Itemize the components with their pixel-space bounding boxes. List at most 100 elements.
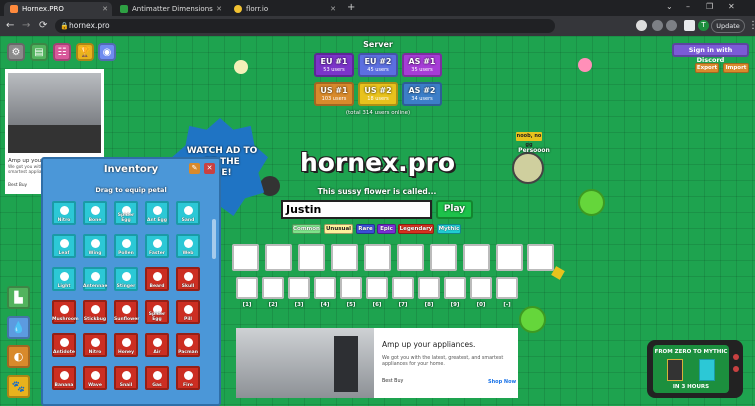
petal-card[interactable]: Pacman — [176, 333, 200, 357]
close-tab-icon[interactable]: ✕ — [102, 2, 108, 16]
petal-card[interactable]: Pill — [176, 300, 200, 324]
secondary-slot[interactable] — [236, 277, 258, 299]
secondary-slot[interactable] — [444, 277, 466, 299]
rarity-unusual[interactable]: Unusual — [324, 224, 353, 234]
server-as1[interactable]: AS #1 35 users — [402, 53, 442, 77]
petal-card[interactable]: Air — [145, 333, 169, 357]
secondary-slot[interactable] — [314, 277, 336, 299]
google-icon[interactable] — [636, 20, 647, 31]
inventory-water-icon[interactable]: 💧 — [7, 316, 30, 339]
close-window-button[interactable]: ✕ — [728, 2, 735, 11]
new-tab-button[interactable]: + — [347, 2, 355, 14]
advertisement-bottom[interactable]: Amp up your appliances. We got you with … — [236, 328, 518, 398]
petal-card[interactable]: Banana — [52, 366, 76, 390]
promo-tv[interactable]: FROM ZERO TO MYTHIC IN 3 HOURS — [647, 340, 743, 398]
rarity-legendary[interactable]: Legendary — [398, 224, 434, 234]
browser-tab-antimatter[interactable]: Antimatter Dimensions ✕ — [114, 2, 226, 16]
petal-card[interactable]: Sunflower — [114, 300, 140, 324]
close-icon[interactable]: ✕ — [204, 163, 215, 174]
loadout-slot[interactable] — [496, 244, 523, 271]
petal-card[interactable]: Spider Egg — [114, 201, 138, 225]
side-panel-icon[interactable] — [684, 20, 695, 31]
petal-card[interactable]: Leaf — [52, 234, 76, 258]
export-button[interactable]: Export — [695, 63, 719, 73]
loadout-slot[interactable] — [527, 244, 554, 271]
inventory-scrollbar[interactable] — [212, 219, 216, 259]
secondary-slot[interactable] — [366, 277, 388, 299]
craft-icon[interactable]: ▙ — [7, 286, 30, 309]
share-icon[interactable] — [652, 20, 663, 31]
loadout-slot[interactable] — [331, 244, 358, 271]
petal-card[interactable]: Light — [52, 267, 76, 291]
loadout-slot[interactable] — [298, 244, 325, 271]
minimize-button[interactable]: – — [686, 2, 690, 11]
discord-sign-in-button[interactable]: Sign in with Discord — [672, 43, 749, 64]
petal-card[interactable]: Snail — [114, 366, 138, 390]
tab-search-icon[interactable]: ⌄ — [666, 2, 673, 11]
discord-icon[interactable]: ◉ — [98, 43, 116, 61]
petal-card[interactable]: Nitro — [52, 201, 76, 225]
loadout-slot[interactable] — [232, 244, 259, 271]
petal-card[interactable]: Honey — [114, 333, 138, 357]
loadout-slot[interactable] — [397, 244, 424, 271]
petal-card[interactable]: Skull — [176, 267, 200, 291]
secondary-slot[interactable] — [470, 277, 492, 299]
server-eu2[interactable]: EU #2 45 users — [358, 53, 398, 77]
secondary-slot[interactable] — [340, 277, 362, 299]
secondary-slot[interactable] — [392, 277, 414, 299]
ad-cta[interactable]: Shop Now — [488, 379, 516, 385]
game-canvas[interactable]: ⚙ ▤ ☷ 🏆 ◉ Amp up your appliances. We got… — [0, 36, 755, 406]
bookmark-star-icon[interactable] — [666, 20, 677, 31]
secondary-slot[interactable] — [288, 277, 310, 299]
petal-card[interactable]: Stickbug — [83, 300, 107, 324]
petal-card[interactable]: Wing — [83, 234, 107, 258]
secondary-slot[interactable] — [262, 277, 284, 299]
rarity-epic[interactable]: Epic — [377, 224, 396, 234]
petal-card[interactable]: Mushroom — [52, 300, 79, 324]
back-button[interactable]: ← — [6, 19, 14, 33]
rarity-mythic[interactable]: Mythic — [437, 224, 461, 234]
server-us1[interactable]: US #1 103 users — [314, 82, 354, 106]
petal-card[interactable]: Antidote — [52, 333, 76, 357]
trophy-icon[interactable]: 🏆 — [76, 43, 94, 61]
petal-card[interactable]: Pollen — [114, 234, 138, 258]
loadout-slot[interactable] — [364, 244, 391, 271]
petal-card[interactable]: Spider Egg — [145, 300, 169, 324]
rarity-common[interactable]: Common — [292, 224, 321, 234]
petal-card[interactable]: Gas — [145, 366, 169, 390]
loadout-slot[interactable] — [430, 244, 457, 271]
server-us2[interactable]: US #2 18 users — [358, 82, 398, 106]
rarity-rare[interactable]: Rare — [356, 224, 375, 234]
forward-button[interactable]: → — [22, 19, 30, 33]
edit-icon[interactable]: ✎ — [189, 163, 200, 174]
browser-tab-florr[interactable]: florr.io ✕ — [228, 2, 340, 16]
petal-card[interactable]: Nitro — [83, 333, 107, 357]
secondary-slot[interactable] — [418, 277, 440, 299]
petal-card[interactable]: Web — [176, 234, 200, 258]
profile-avatar[interactable]: T — [698, 20, 709, 31]
petal-card[interactable]: Bone — [83, 201, 107, 225]
server-eu1[interactable]: EU #1 53 users — [314, 53, 354, 77]
paw-icon[interactable]: 🐾 — [7, 375, 30, 398]
mob-gallery-icon[interactable]: ◐ — [7, 345, 30, 368]
petal-card[interactable]: Fire — [176, 366, 200, 390]
secondary-slot[interactable] — [496, 277, 518, 299]
petal-card[interactable]: Antennae — [83, 267, 107, 291]
petal-card[interactable]: Stinger — [114, 267, 138, 291]
petal-card[interactable]: Ant Egg — [145, 201, 169, 225]
stats-icon[interactable]: ☷ — [53, 43, 71, 61]
browser-tab-hornex[interactable]: Hornex.PRO ✕ — [4, 2, 112, 16]
import-button[interactable]: Import — [723, 63, 749, 73]
flower-name-input[interactable]: Justin — [281, 200, 432, 219]
petal-card[interactable]: Beard — [145, 267, 169, 291]
address-bar[interactable]: 🔒 hornex.pro — [55, 19, 555, 33]
browser-menu-icon[interactable]: ⋮ — [748, 19, 755, 33]
server-as2[interactable]: AS #2 34 users — [402, 82, 442, 106]
petal-card[interactable]: Sand — [176, 201, 200, 225]
close-tab-icon[interactable]: ✕ — [330, 2, 336, 16]
update-button[interactable]: Update — [711, 19, 745, 33]
changelog-icon[interactable]: ▤ — [30, 43, 48, 61]
loadout-slot[interactable] — [463, 244, 490, 271]
maximize-button[interactable]: ❐ — [706, 2, 713, 11]
petal-card[interactable]: Wave — [83, 366, 107, 390]
